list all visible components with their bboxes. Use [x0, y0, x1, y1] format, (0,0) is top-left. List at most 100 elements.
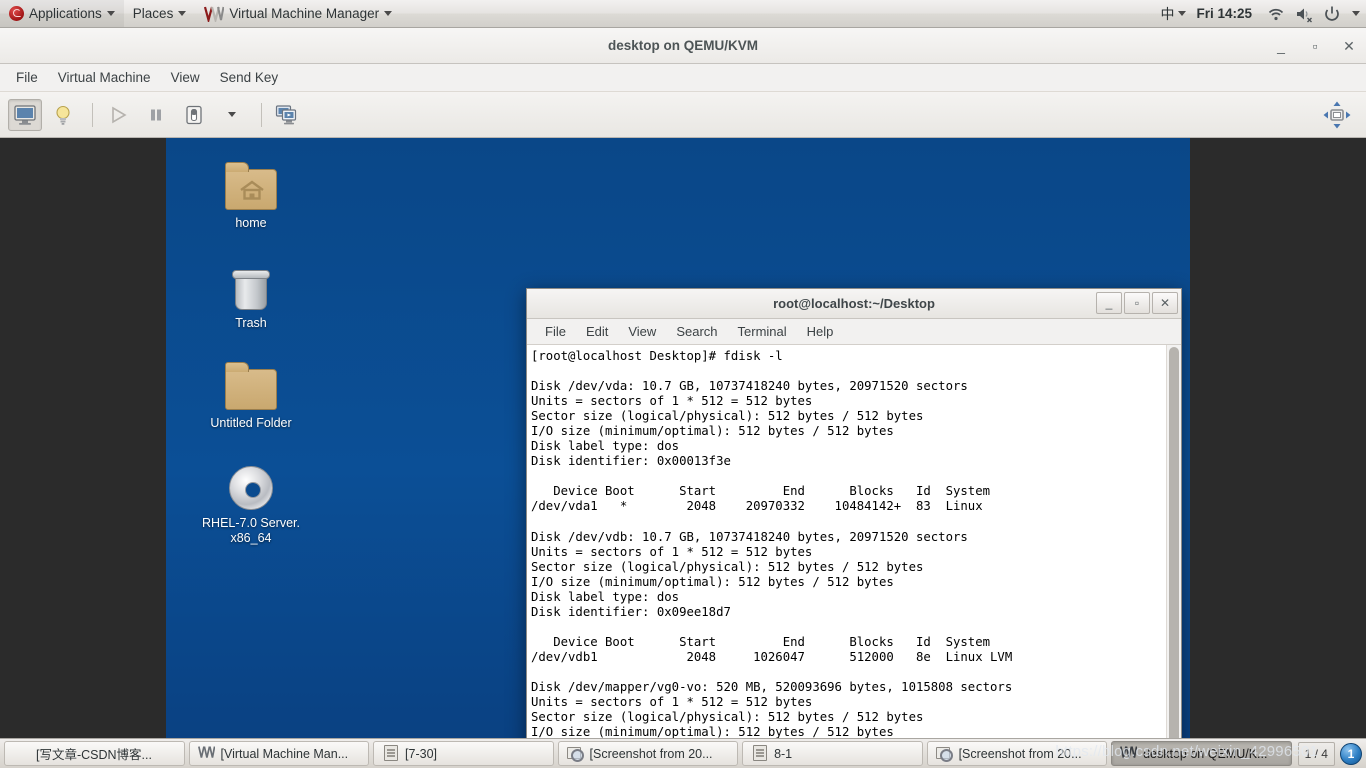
panel-right-group: 中 Fri 14:25	[1152, 0, 1366, 27]
vmm-icon	[197, 745, 215, 762]
places-menu-label: Places	[132, 6, 174, 21]
desktop-icon-home[interactable]: home	[192, 156, 310, 231]
terminal-menu-terminal[interactable]: Terminal	[728, 321, 797, 342]
taskbar-item-desktop-qemu[interactable]: desktop on QEMU/K...	[1111, 741, 1292, 766]
taskbar-item-vmm[interactable]: [Virtual Machine Man...	[188, 741, 370, 766]
toolbar-separator	[92, 102, 93, 127]
taskbar-item-label: [Virtual Machine Man...	[220, 746, 349, 761]
desktop-icon-untitled-folder[interactable]: Untitled Folder	[192, 356, 310, 431]
show-details-button[interactable]	[46, 99, 80, 131]
screenshot-icon	[566, 745, 584, 762]
fullscreen-button[interactable]	[1320, 99, 1354, 131]
firefox-icon	[13, 745, 30, 762]
power-icon[interactable]	[1322, 4, 1342, 24]
terminal-menu-help[interactable]: Help	[797, 321, 844, 342]
terminal-menu-file[interactable]: File	[535, 321, 576, 342]
vmm-window-menu-label: Virtual Machine Manager	[229, 6, 380, 21]
shutdown-button[interactable]	[177, 99, 211, 131]
vmm-window-menu[interactable]: Virtual Machine Manager	[195, 0, 401, 27]
terminal-window-controls: _ ▫ ✕	[1096, 292, 1178, 314]
terminal-output[interactable]: [root@localhost Desktop]# fdisk -l Disk …	[527, 345, 1166, 740]
menu-send-key[interactable]: Send Key	[210, 67, 289, 88]
desktop-icon-label: Trash	[235, 316, 267, 330]
taskbar-item-label: [Screenshot from 20...	[958, 746, 1082, 761]
input-method-indicator[interactable]: 中	[1152, 4, 1178, 24]
terminal-close-button[interactable]: ✕	[1152, 292, 1178, 314]
vmm-logo-icon	[204, 6, 225, 24]
taskbar-item-label: desktop on QEMU/K...	[1143, 746, 1268, 761]
file-icon	[751, 745, 768, 762]
menu-virtual-machine[interactable]: Virtual Machine	[48, 67, 161, 88]
guest-desktop[interactable]: home Trash Untitled Folder RHEL-7.0 Serv…	[166, 138, 1190, 740]
run-button[interactable]	[101, 99, 135, 131]
taskbar-item-8-1[interactable]: 8-1	[742, 741, 923, 766]
folder-icon	[192, 356, 310, 410]
close-button[interactable]: ✕	[1340, 37, 1358, 55]
taskbar-item-7-30[interactable]: [7-30]	[373, 741, 554, 766]
screenshot-icon	[935, 745, 953, 762]
workspace-switcher[interactable]: 1 / 4	[1297, 741, 1335, 766]
vm-window-title: desktop on QEMU/KVM	[607, 38, 758, 53]
guest-viewport[interactable]: home Trash Untitled Folder RHEL-7.0 Serv…	[0, 138, 1366, 740]
cd-icon	[192, 456, 310, 510]
taskbar-item-label: [Screenshot from 20...	[589, 746, 713, 761]
terminal-menu-search[interactable]: Search	[666, 321, 727, 342]
desktop-icon-rhel-dvd[interactable]: RHEL-7.0 Server. x86_64	[192, 456, 310, 546]
volume-muted-icon[interactable]	[1294, 4, 1314, 24]
terminal-scrollbar[interactable]	[1166, 345, 1181, 740]
show-console-button[interactable]	[8, 98, 42, 131]
home-folder-icon	[192, 156, 310, 210]
pause-button[interactable]	[139, 99, 173, 131]
panel-left-group: Applications Places Virtual Machine Mana…	[0, 0, 401, 27]
places-menu[interactable]: Places	[124, 0, 196, 27]
toolbar-separator	[261, 102, 262, 127]
vm-window-menubar: File Virtual Machine View Send Key	[0, 64, 1366, 92]
screen: Applications Places Virtual Machine Mana…	[0, 0, 1366, 768]
notification-badge[interactable]: 1	[1339, 742, 1362, 765]
minimize-button[interactable]: _	[1272, 37, 1290, 55]
shutdown-menu-button[interactable]	[215, 99, 249, 131]
vm-window-controls: _ ▫ ✕	[1272, 28, 1358, 64]
chevron-down-icon	[178, 11, 187, 16]
terminal-maximize-button[interactable]: ▫	[1124, 292, 1150, 314]
desktop-icon-label: Untitled Folder	[210, 416, 292, 430]
desktop-icon-label-line1: RHEL-7.0 Server.	[202, 516, 300, 530]
vmm-icon	[1120, 745, 1138, 762]
virt-manager-console-window: desktop on QEMU/KVM _ ▫ ✕ File Virtual M…	[0, 28, 1366, 740]
workspace-label: 1 / 4	[1304, 746, 1328, 761]
taskbar-item-screenshot-2[interactable]: [Screenshot from 20...	[926, 741, 1108, 766]
maximize-button[interactable]: ▫	[1306, 37, 1324, 55]
terminal-menubar: File Edit View Search Terminal Help	[527, 319, 1181, 345]
terminal-menu-view[interactable]: View	[618, 321, 666, 342]
applications-menu-label: Applications	[29, 6, 102, 21]
wifi-icon[interactable]	[1266, 4, 1286, 24]
snapshots-button[interactable]	[270, 99, 304, 131]
house-glyph	[240, 180, 264, 200]
vm-window-toolbar	[0, 92, 1366, 138]
taskbar-item-firefox[interactable]: [写文章-CSDN博客...	[4, 741, 185, 766]
chevron-down-icon	[106, 11, 115, 16]
chevron-down-icon[interactable]	[1352, 11, 1360, 16]
file-icon	[382, 745, 399, 762]
trash-icon	[192, 256, 310, 310]
applications-menu[interactable]: Applications	[0, 0, 124, 27]
terminal-menu-edit[interactable]: Edit	[576, 321, 618, 342]
gnome-top-panel: Applications Places Virtual Machine Mana…	[0, 0, 1366, 28]
desktop-icon-label-line2: x86_64	[230, 531, 272, 545]
taskbar-item-screenshot-1[interactable]: [Screenshot from 20...	[557, 741, 739, 766]
menu-view[interactable]: View	[161, 67, 210, 88]
chevron-down-icon[interactable]	[1178, 11, 1187, 16]
taskbar-item-label: 8-1	[774, 746, 793, 761]
terminal-titlebar: root@localhost:~/Desktop _ ▫ ✕	[527, 289, 1181, 319]
terminal-text: [root@localhost Desktop]# fdisk -l Disk …	[531, 349, 1013, 740]
chevron-down-icon	[228, 112, 236, 117]
clock[interactable]: Fri 14:25	[1186, 6, 1262, 21]
terminal-scrollbar-thumb[interactable]	[1169, 347, 1179, 740]
menu-file[interactable]: File	[6, 67, 48, 88]
bottom-taskbar: [写文章-CSDN博客... [Virtual Machine Man... […	[0, 738, 1366, 768]
taskbar-item-label: [7-30]	[405, 746, 437, 761]
vm-window-titlebar: desktop on QEMU/KVM _ ▫ ✕	[0, 28, 1366, 64]
terminal-window[interactable]: root@localhost:~/Desktop _ ▫ ✕ File Edit…	[526, 288, 1182, 740]
terminal-minimize-button[interactable]: _	[1096, 292, 1122, 314]
desktop-icon-trash[interactable]: Trash	[192, 256, 310, 331]
